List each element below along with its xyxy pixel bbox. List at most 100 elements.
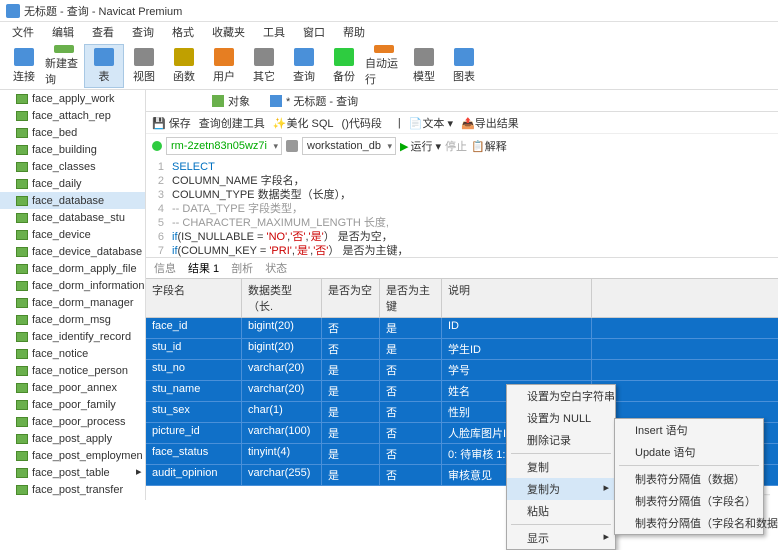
tab-status[interactable]: 状态 xyxy=(265,260,287,276)
toolbar-用户[interactable]: 用户 xyxy=(204,44,244,88)
tree-item[interactable]: face_post_apply xyxy=(0,430,145,447)
tree-item[interactable]: face_attach_rep xyxy=(0,107,145,124)
menu-窗口[interactable]: 窗口 xyxy=(295,22,333,42)
toolbar-视图[interactable]: 视图 xyxy=(124,44,164,88)
tree-item[interactable]: face_database_stu xyxy=(0,209,145,226)
tree-item[interactable]: face_post_table xyxy=(0,464,145,481)
toolbar-函数[interactable]: 函数 xyxy=(164,44,204,88)
save-button[interactable]: 💾 保存 xyxy=(152,115,191,131)
table-icon xyxy=(16,162,28,172)
sidebar: face_apply_workface_attach_repface_bedfa… xyxy=(0,90,146,500)
tree-item[interactable]: face_dorm_apply_file xyxy=(0,260,145,277)
text-button[interactable]: 📄文本 ▾ xyxy=(409,115,453,131)
toolbar-模型[interactable]: 模型 xyxy=(404,44,444,88)
tree-item[interactable]: face_daily xyxy=(0,175,145,192)
menu-查询[interactable]: 查询 xyxy=(124,22,162,42)
stop-button[interactable]: 停止 xyxy=(445,138,467,154)
menu-item[interactable]: 制表符分隔值（字段名） xyxy=(615,490,763,512)
tab-query[interactable]: * 无标题 - 查询 xyxy=(264,91,364,111)
grid-header: 字段名数据类型（长.是否为空是否为主键说明 xyxy=(146,278,778,318)
toolbar-连接[interactable]: 连接 xyxy=(4,44,44,88)
beautify-button[interactable]: ✨美化 SQL xyxy=(273,115,334,131)
code-button[interactable]: ()代码段 xyxy=(342,115,382,131)
tree-item[interactable]: face_notice xyxy=(0,345,145,362)
col-header[interactable]: 字段名 xyxy=(146,279,242,317)
menu-查看[interactable]: 查看 xyxy=(84,22,122,42)
result-tabs: 信息 结果 1 剖析 状态 xyxy=(146,258,778,278)
menu-帮助[interactable]: 帮助 xyxy=(335,22,373,42)
sql-editor[interactable]: 1SELECT2 COLUMN_NAME 字段名，3 COLUMN_TYPE 数… xyxy=(146,158,778,258)
tree-item[interactable]: face_bed xyxy=(0,124,145,141)
menu-工具[interactable]: 工具 xyxy=(255,22,293,42)
menu-item[interactable]: 设置为空白字符串 xyxy=(507,385,615,407)
db-combo[interactable]: workstation_db xyxy=(302,137,396,155)
col-header[interactable]: 说明 xyxy=(442,279,592,317)
tree-item[interactable]: face_building xyxy=(0,141,145,158)
menu-item[interactable]: 复制 xyxy=(507,456,615,478)
menu-收藏夹[interactable]: 收藏夹 xyxy=(204,22,253,42)
menu-item[interactable]: Insert 语句 xyxy=(615,419,763,441)
tree-item[interactable]: face_poor_process xyxy=(0,413,145,430)
table-row[interactable]: stu_namevarchar(20)是否姓名 xyxy=(146,381,778,402)
tab-result1[interactable]: 结果 1 xyxy=(188,260,219,276)
connection-row: rm-2zetn83n05wz7i workstation_db ▶ 运行 ▾ … xyxy=(146,134,778,158)
menu-文件[interactable]: 文件 xyxy=(4,22,42,42)
menu-item[interactable]: 删除记录 xyxy=(507,429,615,451)
table-icon xyxy=(16,451,28,461)
tab-info[interactable]: 信息 xyxy=(154,260,176,276)
tree-item[interactable]: face_post_transfer xyxy=(0,481,145,498)
table-row[interactable]: stu_idbigint(20)否是学生ID xyxy=(146,339,778,360)
toolbar-备份[interactable]: 备份 xyxy=(324,44,364,88)
tree-item[interactable]: face_dorm_msg xyxy=(0,311,145,328)
tree-item[interactable]: face_database xyxy=(0,192,145,209)
menu-item[interactable]: Update 语句 xyxy=(615,441,763,463)
menubar[interactable]: 文件编辑查看查询格式收藏夹工具窗口帮助 xyxy=(0,22,778,42)
table-row[interactable]: stu_novarchar(20)是否学号 xyxy=(146,360,778,381)
col-header[interactable]: 是否为主键 xyxy=(380,279,442,317)
tree-item[interactable]: face_dorm_information xyxy=(0,277,145,294)
context-submenu[interactable]: Insert 语句Update 语句制表符分隔值（数据）制表符分隔值（字段名）制… xyxy=(614,418,764,535)
table-icon xyxy=(16,111,28,121)
menu-格式[interactable]: 格式 xyxy=(164,22,202,42)
menu-item[interactable]: 复制为 xyxy=(507,478,615,500)
table-icon xyxy=(16,383,28,393)
table-icon xyxy=(16,400,28,410)
toolbar-查询[interactable]: 查询 xyxy=(284,44,324,88)
menu-item[interactable]: 制表符分隔值（数据） xyxy=(615,468,763,490)
tree-item[interactable]: face_device xyxy=(0,226,145,243)
menu-item[interactable]: 显示 xyxy=(507,527,615,549)
tree-item[interactable]: face_identify_record xyxy=(0,328,145,345)
toolbar: 连接新建查询表视图函数用户其它查询备份自动运行模型图表 xyxy=(0,42,778,90)
tree-item[interactable]: face_post_employmen xyxy=(0,447,145,464)
table-row[interactable]: face_idbigint(20)否是ID xyxy=(146,318,778,339)
menu-item[interactable]: 制表符分隔值（字段名和数据） xyxy=(615,512,763,534)
tree-item[interactable]: face_dorm_manager xyxy=(0,294,145,311)
menu-编辑[interactable]: 编辑 xyxy=(44,22,82,42)
toolbar-表[interactable]: 表 xyxy=(84,44,124,88)
col-header[interactable]: 是否为空 xyxy=(322,279,380,317)
toolbar-其它[interactable]: 其它 xyxy=(244,44,284,88)
toolbar-图表[interactable]: 图表 xyxy=(444,44,484,88)
explain-button[interactable]: 📋解释 xyxy=(471,138,507,154)
menu-item[interactable]: 设置为 NULL xyxy=(507,407,615,429)
export-button[interactable]: 📤导出结果 xyxy=(461,115,519,131)
table-icon xyxy=(16,349,28,359)
tree-item[interactable]: face_poor_annex xyxy=(0,379,145,396)
tree-item[interactable]: face_poor_family xyxy=(0,396,145,413)
qb-button[interactable]: 查询创建工具 xyxy=(199,115,265,131)
tree-item[interactable]: face_notice_person xyxy=(0,362,145,379)
server-combo[interactable]: rm-2zetn83n05wz7i xyxy=(166,137,282,155)
tree-item[interactable]: face_apply_work xyxy=(0,90,145,107)
toolbar-新建查询[interactable]: 新建查询 xyxy=(44,44,84,88)
toolbar-自动运行[interactable]: 自动运行 xyxy=(364,44,404,88)
table-icon xyxy=(16,417,28,427)
table-icon xyxy=(16,468,28,478)
tab-objects[interactable]: 对象 xyxy=(206,91,256,111)
context-menu[interactable]: 设置为空白字符串设置为 NULL删除记录复制复制为粘贴显示 xyxy=(506,384,616,550)
tree-item[interactable]: face_device_database xyxy=(0,243,145,260)
tree-item[interactable]: face_classes xyxy=(0,158,145,175)
col-header[interactable]: 数据类型（长. xyxy=(242,279,322,317)
tab-analyze[interactable]: 剖析 xyxy=(231,260,253,276)
menu-item[interactable]: 粘贴 xyxy=(507,500,615,522)
run-button[interactable]: ▶ 运行 ▾ xyxy=(400,138,441,154)
